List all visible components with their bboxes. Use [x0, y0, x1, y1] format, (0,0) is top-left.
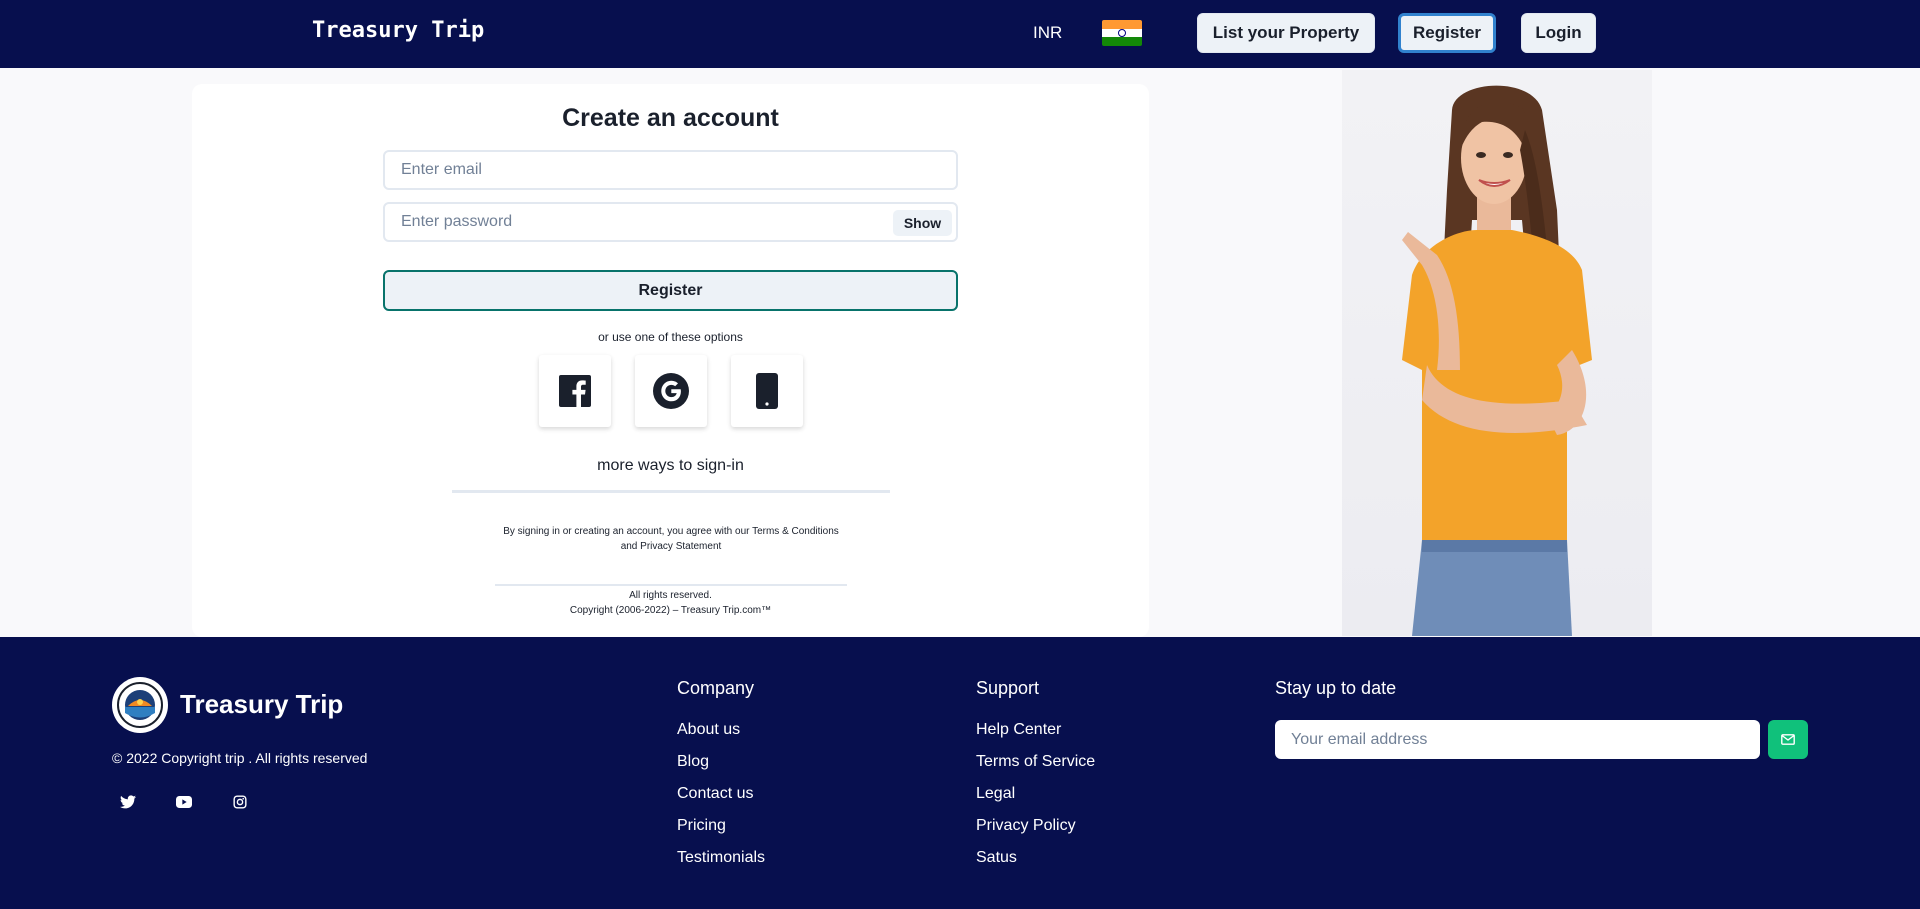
footer-copyright: © 2022 Copyright trip . All rights reser… [112, 750, 368, 766]
woman-pointing-illustration [1402, 85, 1592, 636]
footer-link-help-center[interactable]: Help Center [976, 721, 1061, 739]
options-text: or use one of these options [598, 330, 743, 344]
brand-name[interactable]: Treasury Trip [312, 18, 484, 43]
register-submit-button[interactable]: Register [383, 270, 958, 311]
facebook-icon [559, 375, 591, 407]
twitter-link[interactable] [112, 789, 144, 814]
mobile-phone-icon [756, 373, 778, 409]
support-heading: Support [976, 678, 1040, 698]
footer-link-blog[interactable]: Blog [677, 753, 709, 771]
header-register-button[interactable]: Register [1398, 13, 1496, 53]
facebook-login-button[interactable] [539, 355, 611, 427]
form-copyright: Copyright (2006-2022) – Treasury Trip.co… [569, 605, 772, 616]
footer-link-legal[interactable]: Legal [976, 785, 1015, 803]
newsletter-submit-button[interactable] [1768, 720, 1808, 759]
rights-reserved: All rights reserved. [629, 590, 712, 601]
footer-link-pricing[interactable]: Pricing [677, 817, 726, 835]
currency-selector[interactable]: INR [1033, 23, 1062, 43]
footer-link-testimonials[interactable]: Testimonials [677, 849, 765, 867]
mail-icon [1781, 734, 1795, 745]
page-title: Create an account [562, 104, 779, 132]
india-flag-icon[interactable] [1102, 20, 1142, 46]
divider [495, 584, 847, 586]
phone-login-button[interactable] [731, 355, 803, 427]
brand-logo-icon [117, 682, 163, 728]
footer [0, 637, 1920, 909]
top-navbar: Treasury Trip INR [0, 0, 1920, 68]
show-password-button[interactable]: Show [893, 210, 952, 236]
footer-link-about[interactable]: About us [677, 721, 740, 739]
instagram-link[interactable] [224, 789, 256, 814]
company-heading: Company [677, 678, 755, 698]
youtube-icon [176, 795, 192, 808]
instagram-icon [233, 794, 247, 809]
twitter-icon [120, 794, 136, 808]
youtube-link[interactable] [168, 789, 200, 814]
footer-link-privacy[interactable]: Privacy Policy [976, 817, 1076, 835]
footer-link-terms[interactable]: Terms of Service [976, 753, 1095, 771]
password-input[interactable] [383, 202, 958, 242]
terms-line-2: and Privacy Statement [620, 541, 722, 552]
rights-text: All rights reserved. Copyright (2006-202… [383, 588, 958, 618]
email-input[interactable] [383, 150, 958, 190]
google-login-button[interactable] [635, 355, 707, 427]
hero-photo [1342, 70, 1652, 636]
divider [452, 490, 890, 493]
brand-logo[interactable] [112, 677, 168, 733]
google-icon [653, 373, 689, 409]
footer-brand-name: Treasury Trip [180, 689, 344, 719]
newsletter-heading: Stay up to date [1275, 678, 1397, 698]
login-button[interactable]: Login [1521, 13, 1596, 53]
footer-link-contact[interactable]: Contact us [677, 785, 753, 803]
footer-link-status[interactable]: Satus [976, 849, 1017, 867]
newsletter-email-input[interactable] [1275, 720, 1760, 759]
terms-line-1: By signing in or creating an account, yo… [503, 526, 839, 537]
more-ways-link[interactable]: more ways to sign-in [383, 457, 958, 475]
terms-text: By signing in or creating an account, yo… [490, 524, 852, 554]
list-property-button[interactable]: List your Property [1197, 13, 1375, 53]
